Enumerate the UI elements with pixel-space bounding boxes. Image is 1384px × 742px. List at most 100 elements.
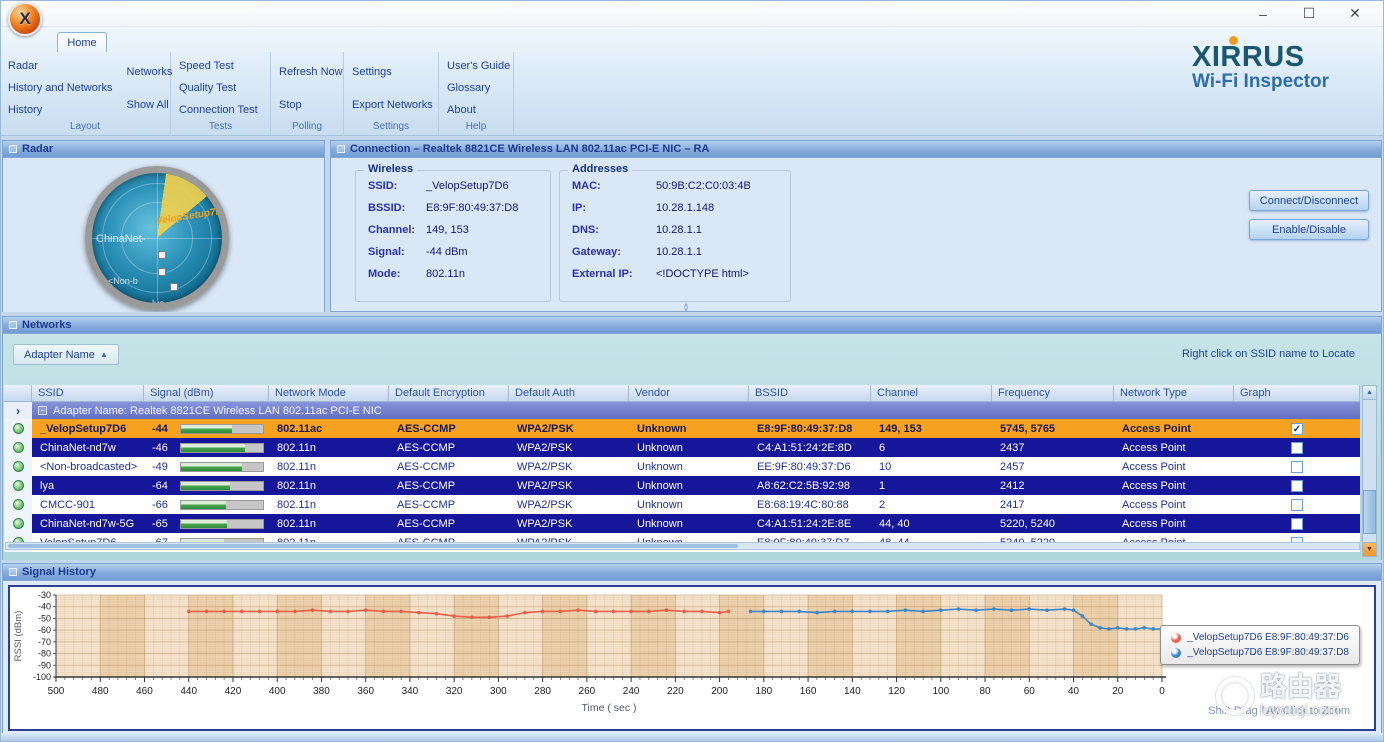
cell-network-mode: 802.11n <box>277 460 316 473</box>
field-label: Channel: <box>368 224 416 236</box>
ribbon-item-user-s-guide[interactable]: User's Guide <box>447 59 510 73</box>
svg-text:240: 240 <box>623 686 640 697</box>
column-header-signal-dbm-[interactable]: Signal (dBm) <box>144 385 269 402</box>
signal-history-chart[interactable]: 500 480 460 440 420 400 380 360 340 320 300 280 260 2… <box>8 585 1376 731</box>
cell-vendor: Unknown <box>637 517 683 530</box>
column-header-network-mode[interactable]: Network Mode <box>269 385 389 402</box>
table-row[interactable]: ChinaNet-nd7w -46 802.11n AES-CCMP WPA2/PSK U… <box>4 438 1360 457</box>
column-header-graph[interactable]: Graph <box>1234 385 1360 402</box>
cell-frequency: 5745, 5765 <box>1000 422 1056 435</box>
panel-splitter-handle[interactable]: ˄ ˅ <box>676 303 696 314</box>
graph-checkbox[interactable] <box>1291 517 1303 530</box>
table-row[interactable]: <Non-broadcasted> -49 802.11n AES-CCMP WPA2/… <box>4 457 1360 476</box>
ribbon-group-label: Polling <box>291 121 323 132</box>
column-header-vendor[interactable]: Vendor <box>629 385 749 402</box>
vertical-scrollbar-thumb[interactable] <box>1363 490 1376 534</box>
horizontal-scrollbar[interactable] <box>5 542 1360 550</box>
cell-default-auth: WPA2/PSK <box>517 460 573 473</box>
radar-blip <box>170 283 178 291</box>
ribbon-item-about[interactable]: About <box>447 103 510 117</box>
graph-checkbox[interactable]: ✓ <box>1291 422 1303 435</box>
panel-pin-icon <box>9 145 17 153</box>
adapter-name-group-button[interactable]: Adapter Name ▲ <box>13 344 119 365</box>
field-label: Signal: <box>368 246 405 258</box>
collapse-icon[interactable]: − <box>38 406 47 415</box>
ribbon-group-help: User's Guide Glossary About Help <box>439 52 514 136</box>
cell-ssid: ChinaNet-nd7w <box>40 441 116 454</box>
connect-disconnect-button[interactable]: Connect/Disconnect <box>1249 190 1369 211</box>
field-value: <!DOCTYPE html> <box>656 268 749 280</box>
graph-checkbox[interactable] <box>1291 479 1303 492</box>
ribbon-item-history-and-networks[interactable]: History and Networks <box>8 81 113 95</box>
radar-scope[interactable]: ChinaNet- _VelopSetup7D6 <Non-b lya <box>85 166 229 310</box>
radar-panel: Radar ChinaNet- _VelopSetup7D6 <Non-b lya <box>2 140 325 312</box>
column-header-network-type[interactable]: Network Type <box>1114 385 1234 402</box>
svg-text:320: 320 <box>446 686 463 697</box>
scroll-up-icon[interactable]: ▲ <box>1363 386 1376 400</box>
signal-bar-fill <box>181 500 227 509</box>
graph-checkbox[interactable] <box>1291 460 1303 473</box>
connection-panel-header[interactable]: Connection – Realtek 8821CE Wireless LAN… <box>331 141 1381 158</box>
cell-vendor: Unknown <box>637 460 683 473</box>
column-header-default-auth[interactable]: Default Auth <box>509 385 629 402</box>
ribbon-item-radar[interactable]: Radar <box>8 59 113 73</box>
connection-field: Channel: 149, 153 <box>364 219 542 241</box>
ribbon-item-quality-test[interactable]: Quality Test <box>179 81 258 95</box>
connection-field: Mode: 802.11n <box>364 263 542 285</box>
svg-text:-90: -90 <box>38 660 51 670</box>
app-logo-orb[interactable]: X <box>8 2 42 36</box>
cell-network-type: Access Point <box>1122 441 1186 454</box>
graph-checkbox[interactable] <box>1291 441 1303 454</box>
ribbon-item-settings[interactable]: Settings <box>352 65 433 79</box>
minimize-button[interactable]: – <box>1240 0 1286 27</box>
wireless-network-icon <box>12 461 24 472</box>
scroll-down-icon[interactable]: ▼ <box>1363 542 1376 556</box>
svg-text:-80: -80 <box>38 649 51 659</box>
svg-text:-30: -30 <box>38 590 51 600</box>
signal-history-panel-header[interactable]: Signal History <box>3 564 1381 581</box>
connection-field: SSID: _VelopSetup7D6 <box>364 175 542 197</box>
maximize-button[interactable]: ☐ <box>1286 0 1332 27</box>
cell-network-mode: 802.11ac <box>277 422 323 435</box>
enable-disable-button[interactable]: Enable/Disable <box>1249 219 1369 240</box>
brand-dot-icon <box>1229 36 1238 45</box>
svg-text:140: 140 <box>844 686 861 697</box>
ribbon-group-polling: Refresh Now Stop Polling <box>271 52 344 136</box>
panel-pin-icon <box>337 145 345 153</box>
network-icon <box>4 457 32 476</box>
ribbon-item-speed-test[interactable]: Speed Test <box>179 59 258 73</box>
ribbon-item-connection-test[interactable]: Connection Test <box>179 103 258 117</box>
ribbon-item-glossary[interactable]: Glossary <box>447 81 510 95</box>
graph-checkbox[interactable] <box>1291 498 1303 511</box>
radar-panel-header[interactable]: Radar <box>3 141 324 158</box>
cell-ssid: ChinaNet-nd7w-5G <box>40 517 135 530</box>
ribbon-item-export-networks[interactable]: Export Networks <box>352 98 433 112</box>
close-button[interactable]: ✕ <box>1332 0 1378 27</box>
cell-vendor: Unknown <box>637 479 683 492</box>
svg-text:120: 120 <box>888 686 905 697</box>
expander-icon[interactable]: › <box>4 402 32 419</box>
column-header-default-encryption[interactable]: Default Encryption <box>389 385 509 402</box>
table-row[interactable]: _VelopSetup7D6 -44 802.11ac AES-CCMP WPA2/PS… <box>4 419 1360 438</box>
table-row[interactable]: lya -64 802.11n AES-CCMP WPA2/PSK Unknown A8:6… <box>4 476 1360 495</box>
column-header-channel[interactable]: Channel <box>871 385 992 402</box>
sort-ascending-icon: ▲ <box>99 350 108 359</box>
networks-panel-header[interactable]: Networks <box>3 317 1381 334</box>
ribbon-item-refresh-now[interactable]: Refresh Now <box>279 65 343 79</box>
column-header-frequency[interactable]: Frequency <box>992 385 1114 402</box>
column-header-ssid[interactable]: SSID <box>32 385 144 402</box>
table-row[interactable]: CMCC-901 -66 802.11n AES-CCMP WPA2/PSK Unknow… <box>4 495 1360 514</box>
tab-home[interactable]: Home <box>57 32 107 52</box>
ribbon-item-networks[interactable]: Networks <box>127 65 173 79</box>
signal-value: -64 <box>152 479 168 492</box>
ribbon-item-history[interactable]: History <box>8 103 113 117</box>
adapter-group-row[interactable]: › − Adapter Name: Realtek 8821CE Wireles… <box>4 402 1360 419</box>
connection-panel: Connection – Realtek 8821CE Wireless LAN… <box>330 140 1382 312</box>
horizontal-scrollbar-thumb[interactable] <box>8 544 738 548</box>
ribbon-item-show-all[interactable]: Show All <box>127 98 173 112</box>
ribbon-item-stop[interactable]: Stop <box>279 98 343 112</box>
column-header-bssid[interactable]: BSSID <box>749 385 871 402</box>
vertical-scrollbar[interactable]: ▲ ▼ <box>1362 385 1377 557</box>
cell-ssid: _VelopSetup7D6 <box>40 422 127 435</box>
table-row[interactable]: ChinaNet-nd7w-5G -65 802.11n AES-CCMP WPA2/P… <box>4 514 1360 533</box>
